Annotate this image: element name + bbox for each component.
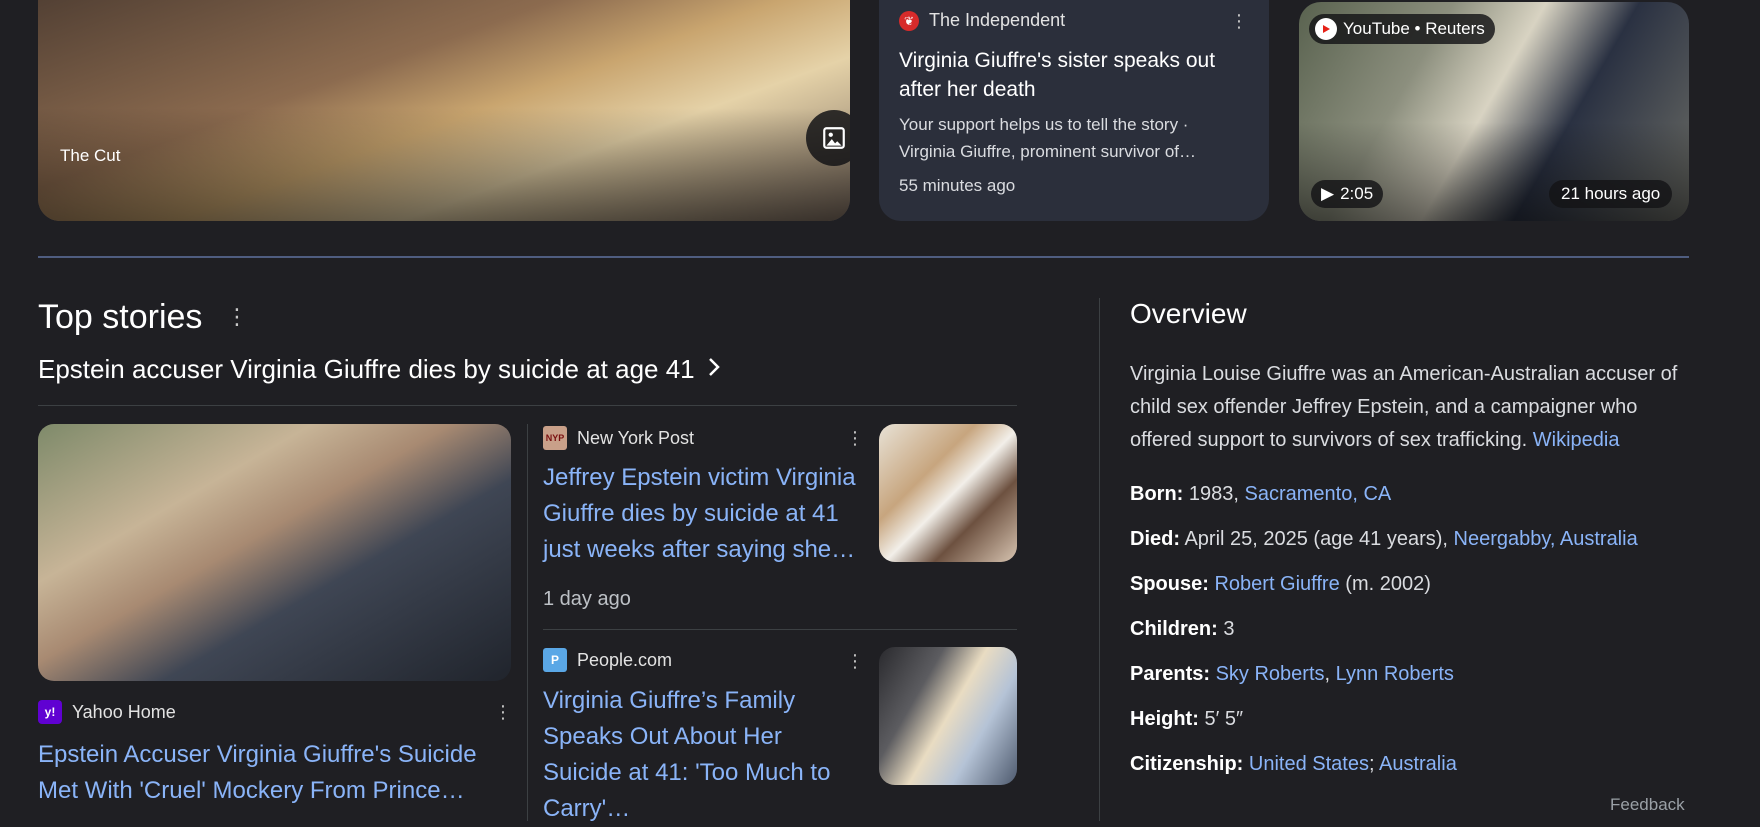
more-options-icon[interactable]: ⋮ [1230,12,1248,30]
fact-spouse-extra: (m. 2002) [1345,573,1431,595]
parents-separator: , [1324,663,1331,685]
fact-children-label: Children: [1130,618,1218,640]
fact-height-label: Height: [1130,708,1199,730]
fact-born-value: 1983, [1188,483,1239,505]
image-shade [38,0,850,221]
section-divider [38,256,1689,258]
citizenship-separator: ; [1368,753,1375,775]
people-favicon-icon: P [543,648,567,672]
fact-children: Children: 3 [1130,618,1234,641]
story-1-thumbnail[interactable] [879,424,1017,562]
fact-height-value: 5′ 5″ [1204,708,1244,730]
citizenship-1-link[interactable]: United States [1249,753,1369,775]
parent-2-link[interactable]: Lynn Roberts [1336,663,1454,685]
fact-born: Born: 1983, Sacramento, CA [1130,483,1391,506]
story-2-thumbnail[interactable] [879,647,1017,785]
video-time: 21 hours ago [1561,184,1661,203]
independent-news-card[interactable]: ❦ The Independent ⋮ Virginia Giuffre's s… [879,0,1269,221]
the-cut-image-card[interactable]: The Cut [38,0,850,221]
story-2-title[interactable]: Virginia Giuffre’s Family Speaks Out Abo… [543,683,865,827]
top-stories-more-icon[interactable]: ⋮ [226,306,248,328]
news-snippet: Your support helps us to tell the story … [899,115,1196,161]
youtube-icon [1315,18,1337,40]
fact-spouse: Spouse: Robert Giuffre (m. 2002) [1130,573,1431,596]
publisher-row: ❦ The Independent [899,10,1065,31]
reuters-video-card[interactable]: YouTube • Reuters ▶ 2:05 21 hours ago [1299,2,1689,221]
fact-died: Died: April 25, 2025 (age 41 years), Nee… [1130,528,1638,551]
born-place-link[interactable]: Sacramento, CA [1245,483,1392,505]
parent-1-link[interactable]: Sky Roberts [1216,663,1325,685]
news-title[interactable]: Virginia Giuffre's sister speaks out aft… [899,46,1239,104]
video-time-pill: 21 hours ago [1549,180,1673,208]
fact-citizenship: Citizenship: United States; Australia [1130,753,1457,776]
story-1-time: 1 day ago [543,588,631,610]
fact-died-value: April 25, 2025 (age 41 years), [1184,528,1448,550]
stories-divider [38,405,1017,406]
spouse-link[interactable]: Robert Giuffre [1214,573,1339,595]
citizenship-2-link[interactable]: Australia [1379,753,1457,775]
overview-divider [1099,298,1100,821]
story-cluster-link[interactable]: Epstein accuser Virginia Giuffre dies by… [38,354,721,385]
news-time: 55 minutes ago [899,176,1016,195]
video-duration: 2:05 [1340,184,1374,203]
fact-died-label: Died: [1130,528,1180,550]
main-story-publisher-row: y! Yahoo Home [38,700,176,724]
chevron-right-icon [707,356,721,383]
overview-description: Virginia Louise Giuffre was an American-… [1130,358,1695,457]
stories-divider-2 [543,629,1017,630]
video-source-pill: YouTube • Reuters [1309,14,1495,44]
wikipedia-link[interactable]: Wikipedia [1533,429,1620,451]
fact-citizenship-label: Citizenship: [1130,753,1244,775]
died-place-link[interactable]: Neergabby, Australia [1454,528,1638,550]
fact-height: Height: 5′ 5″ [1130,708,1243,731]
fact-parents: Parents: Sky Roberts, Lynn Roberts [1130,663,1454,686]
story-1-publisher-row: NYP New York Post [543,426,694,450]
main-story-image[interactable] [38,424,511,681]
main-story-title[interactable]: Epstein Accuser Virginia Giuffre's Suici… [38,737,508,809]
story-2-publisher-row: P People.com [543,648,672,672]
play-icon: ▶ [1321,184,1335,203]
yahoo-favicon-icon: y! [38,700,62,724]
fact-parents-label: Parents: [1130,663,1211,685]
fact-children-value: 3 [1223,618,1235,640]
image-source-label: The Cut [60,146,121,165]
story-1-more-icon[interactable]: ⋮ [846,429,864,447]
story-cluster-title: Epstein accuser Virginia Giuffre dies by… [38,354,695,384]
story-1-publisher: New York Post [577,427,695,448]
story-2-publisher: People.com [577,649,673,670]
overview-heading: Overview [1130,298,1247,329]
top-stories-heading: Top stories [38,298,203,336]
main-story-publisher: Yahoo Home [72,701,176,722]
fact-spouse-label: Spouse: [1130,573,1209,595]
nypost-favicon-icon: NYP [543,426,567,450]
fact-born-label: Born: [1130,483,1184,505]
video-duration-pill: ▶ 2:05 [1311,180,1384,208]
independent-favicon-icon: ❦ [899,10,919,31]
main-story-more-icon[interactable]: ⋮ [494,703,512,721]
story-1-title[interactable]: Jeffrey Epstein victim Virginia Giuffre … [543,460,865,568]
feedback-link[interactable]: Feedback [1610,795,1685,815]
column-divider-1 [527,424,528,821]
publisher-name: The Independent [929,10,1066,30]
video-source: YouTube • Reuters [1343,19,1485,38]
story-2-more-icon[interactable]: ⋮ [846,652,864,670]
